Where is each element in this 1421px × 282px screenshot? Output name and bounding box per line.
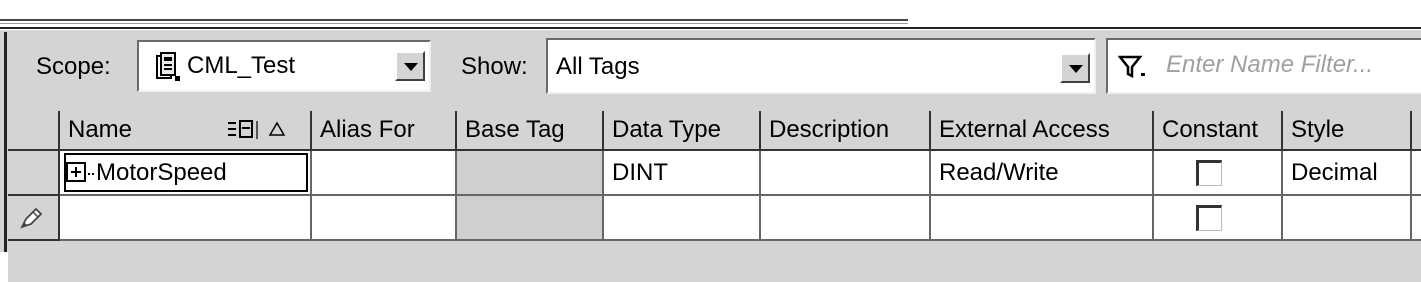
top-divider	[0, 19, 908, 21]
controller-icon	[156, 52, 180, 81]
cell-base-tag	[457, 151, 604, 196]
cell-alias-for[interactable]	[312, 196, 457, 241]
column-header-label: Name	[68, 116, 133, 143]
column-header-filler	[1412, 111, 1421, 151]
column-header-base-tag[interactable]: Base Tag	[457, 111, 604, 151]
column-header-description[interactable]: Description	[761, 111, 931, 151]
column-header-style[interactable]: Style	[1283, 111, 1412, 151]
cell-style[interactable]: Decimal	[1283, 151, 1412, 196]
scope-dropdown-button[interactable]	[395, 51, 425, 81]
panel-left-frame	[4, 32, 7, 252]
window-top-edge	[0, 0, 1421, 29]
dropdown-arrow-icon	[1069, 65, 1083, 73]
show-label: Show:	[461, 53, 528, 80]
cell-style[interactable]	[1283, 196, 1412, 241]
cell-base-tag	[457, 196, 604, 241]
table-corner-header	[8, 111, 60, 151]
cell-external-access[interactable]: Read/Write	[931, 151, 1154, 196]
column-header-alias-for[interactable]: Alias For	[312, 111, 457, 151]
show-combobox[interactable]: All Tags	[546, 38, 1096, 94]
cell-alias-for[interactable]	[312, 151, 457, 196]
table-empty-area	[8, 241, 1421, 282]
cell-description[interactable]	[761, 196, 931, 241]
tags-table: Name Alias For Base Tag Data Type Descri…	[8, 111, 1421, 282]
column-options-icon[interactable]	[226, 119, 260, 141]
column-header-name[interactable]: Name	[60, 111, 312, 151]
cell-name[interactable]: MotorSpeed	[60, 151, 312, 196]
cell-data-type[interactable]	[604, 196, 761, 241]
top-divider	[0, 27, 1421, 29]
constant-checkbox[interactable]	[1196, 205, 1222, 231]
cell-focus-frame	[64, 153, 308, 192]
sort-ascending-icon[interactable]	[268, 121, 286, 137]
constant-checkbox[interactable]	[1196, 160, 1222, 186]
filter-placeholder: Enter Name Filter...	[1166, 51, 1374, 78]
dropdown-arrow-icon	[404, 63, 418, 71]
show-value: All Tags	[556, 53, 640, 80]
expand-plus-icon[interactable]	[66, 161, 86, 182]
column-header-constant[interactable]: Constant	[1154, 111, 1283, 151]
scope-value: CML_Test	[187, 52, 296, 79]
cell-filler	[1412, 151, 1421, 196]
cell-name[interactable]	[60, 196, 312, 241]
pencil-edit-icon	[20, 207, 43, 229]
tag-editor-panel: Scope: CML_Test Show: All Tags Enter Nam…	[0, 30, 1421, 282]
column-header-external-access[interactable]: External Access	[931, 111, 1154, 151]
show-dropdown-button[interactable]	[1060, 53, 1090, 83]
scope-combobox[interactable]: CML_Test	[137, 40, 431, 92]
new-row-selector[interactable]	[8, 196, 60, 241]
cell-constant[interactable]	[1154, 151, 1283, 196]
cell-external-access[interactable]	[931, 196, 1154, 241]
cell-filler	[1412, 196, 1421, 241]
cell-description[interactable]	[761, 151, 931, 196]
column-header-data-type[interactable]: Data Type	[604, 111, 761, 151]
row-selector[interactable]	[8, 151, 60, 196]
name-filter-input[interactable]: Enter Name Filter...	[1106, 38, 1421, 94]
cell-data-type[interactable]: DINT	[604, 151, 761, 196]
top-divider	[0, 23, 908, 24]
cell-constant[interactable]	[1154, 196, 1283, 241]
scope-label: Scope:	[36, 53, 111, 80]
filter-icon	[1118, 55, 1145, 79]
